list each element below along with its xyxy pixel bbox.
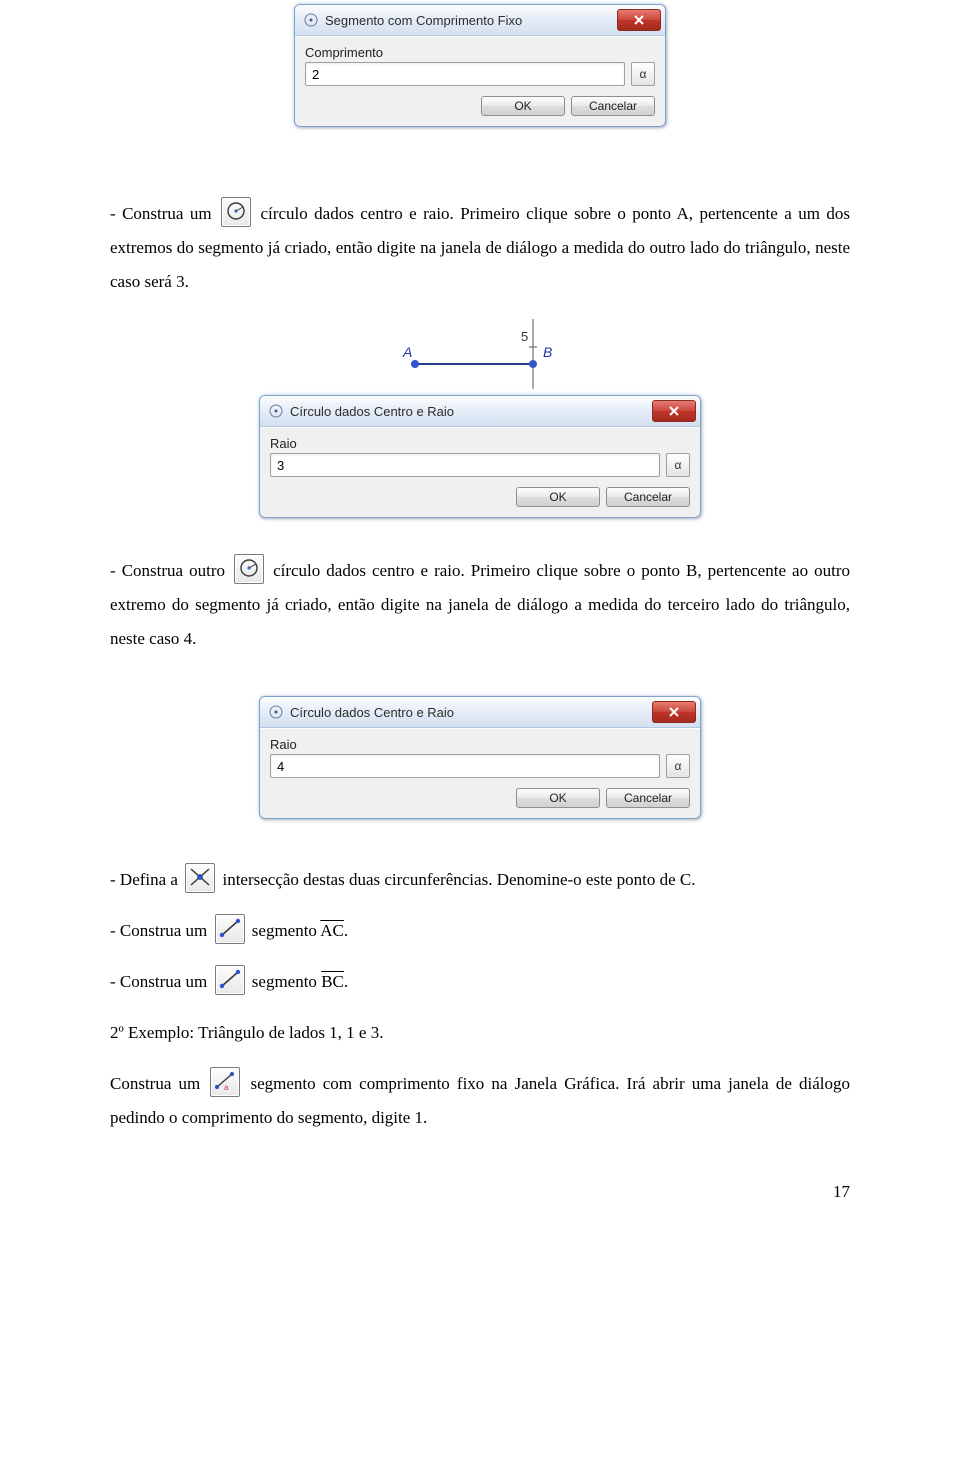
dialog-body: Raio α OK Cancelar (260, 728, 700, 818)
paragraph-7: Construa um a segmento com comprimento f… (110, 1067, 850, 1135)
titlebar: Círculo dados Centro e Raio (260, 697, 700, 728)
radius-input[interactable] (270, 453, 660, 477)
paragraph-1: - Construa um círculo dados centro e rai… (110, 197, 850, 299)
paragraph-5: - Construa um segmento BC. (110, 965, 850, 999)
svg-text:A: A (402, 344, 412, 360)
dialog-circle-3: Círculo dados Centro e Raio Raio α OK Ca… (259, 395, 701, 518)
dialog-title: Segmento com Comprimento Fixo (325, 13, 611, 28)
page-number: 17 (110, 1175, 850, 1209)
text: - Construa um (110, 921, 212, 940)
text: - Construa outro (110, 561, 231, 580)
paragraph-4: - Construa um segmento AC. (110, 914, 850, 948)
close-button[interactable] (617, 9, 661, 31)
circle-tool-icon (234, 554, 264, 584)
alpha-button[interactable]: α (666, 754, 690, 778)
alpha-button[interactable]: α (631, 62, 655, 86)
tick-label: 5 (521, 329, 528, 344)
close-icon (669, 707, 679, 717)
text: - Construa um (110, 204, 218, 223)
segment-tool-icon (215, 965, 245, 995)
segment-tool-icon (215, 914, 245, 944)
svg-text:a: a (224, 1083, 229, 1092)
text: Construa um (110, 1074, 207, 1093)
intersect-tool-icon (185, 863, 215, 893)
alpha-button[interactable]: α (666, 453, 690, 477)
text: - Construa um (110, 972, 212, 991)
titlebar: Segmento com Comprimento Fixo (295, 5, 665, 36)
segment-name: BC (321, 972, 344, 991)
segment-fixed-tool-icon: a (210, 1067, 240, 1097)
paragraph-3: - Defina a intersecção destas duas circu… (110, 863, 850, 897)
radius-input[interactable] (270, 754, 660, 778)
app-icon (303, 12, 319, 28)
cancel-button[interactable]: Cancelar (606, 788, 690, 808)
segment-name: AC (320, 921, 344, 940)
text: - Defina a (110, 870, 182, 889)
paragraph-2: - Construa outro círculo dados centro e … (110, 554, 850, 656)
figure-segment-ab: 5 A B (110, 319, 850, 389)
cancel-button[interactable]: Cancelar (571, 96, 655, 116)
close-icon (669, 406, 679, 416)
close-button[interactable] (652, 701, 696, 723)
length-input[interactable] (305, 62, 625, 86)
paragraph-6: 2º Exemplo: Triângulo de lados 1, 1 e 3. (110, 1016, 850, 1050)
dialog-circle-4: Círculo dados Centro e Raio Raio α OK Ca… (259, 696, 701, 819)
close-icon (634, 15, 644, 25)
text: intersecção destas duas circunferências.… (222, 870, 695, 889)
dialog-title: Círculo dados Centro e Raio (290, 705, 646, 720)
dialog-body: Raio α OK Cancelar (260, 427, 700, 517)
cancel-button[interactable]: Cancelar (606, 487, 690, 507)
ok-button[interactable]: OK (481, 96, 565, 116)
ok-button[interactable]: OK (516, 788, 600, 808)
dialog-body: Comprimento α OK Cancelar (295, 36, 665, 126)
close-button[interactable] (652, 400, 696, 422)
text: . (344, 921, 348, 940)
field-label: Comprimento (305, 45, 655, 60)
app-icon (268, 403, 284, 419)
field-label: Raio (270, 436, 690, 451)
ok-button[interactable]: OK (516, 487, 600, 507)
text: segmento (252, 972, 321, 991)
titlebar: Círculo dados Centro e Raio (260, 396, 700, 427)
text: segmento (252, 921, 320, 940)
dialog-segment: Segmento com Comprimento Fixo Compriment… (294, 4, 666, 127)
dialog-title: Círculo dados Centro e Raio (290, 404, 646, 419)
text: . (344, 972, 348, 991)
circle-tool-icon (221, 197, 251, 227)
svg-text:B: B (543, 344, 552, 360)
app-icon (268, 704, 284, 720)
field-label: Raio (270, 737, 690, 752)
